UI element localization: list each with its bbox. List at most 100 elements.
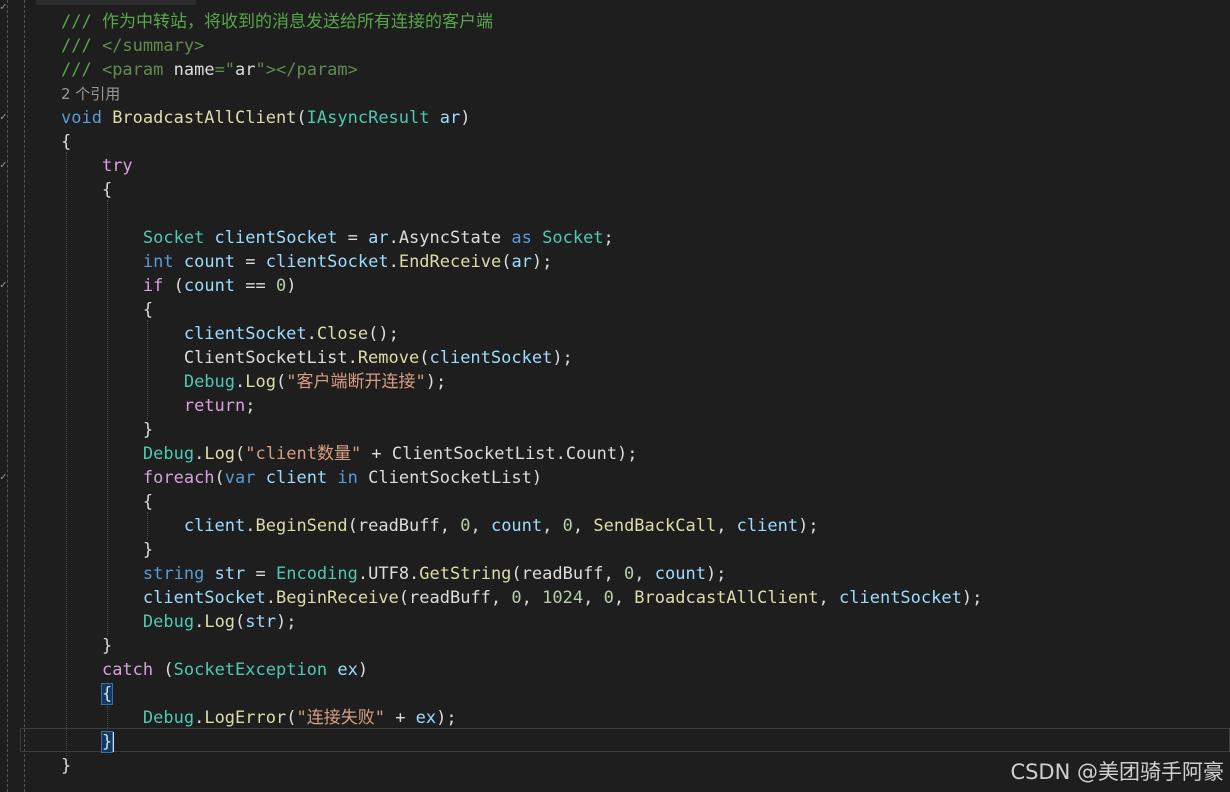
code-line[interactable]: return; [61, 394, 256, 418]
code-line[interactable]: Debug.Log("客户端断开连接"); [61, 370, 446, 394]
code-token: ( [163, 660, 174, 680]
watermark: CSDN @美团骑手阿豪 [1010, 760, 1224, 784]
code-line[interactable]: Debug.LogError("连接失败" + ex); [61, 706, 457, 730]
code-line[interactable]: { [61, 298, 153, 322]
code-token: "client数量" [245, 444, 372, 464]
code-token: } [61, 420, 154, 440]
code-line[interactable]: } [61, 730, 115, 754]
code-token: try [101, 156, 133, 176]
code-token: , [583, 588, 604, 608]
code-line[interactable]: clientSocket.Close(); [61, 322, 399, 346]
code-token: { [61, 492, 154, 512]
code-token: ( [296, 108, 307, 128]
code-token: /// [61, 36, 102, 56]
code-token: int [142, 252, 184, 272]
code-token: ar [368, 228, 389, 248]
code-line[interactable]: Debug.Log(str); [61, 610, 297, 634]
code-line[interactable]: if (count == 0) [61, 274, 297, 298]
code-line[interactable]: } [61, 538, 153, 562]
code-token: GetString [419, 564, 512, 584]
code-line[interactable]: clientSocket.BeginReceive(readBuff, 0, 1… [61, 586, 982, 610]
code-line[interactable]: ClientSocketList.Remove(clientSocket); [61, 346, 573, 370]
code-token: client [183, 516, 246, 536]
code-token: + ClientSocketList.Count); [371, 444, 638, 464]
code-token: .AsyncState [388, 228, 512, 248]
code-token: if [142, 276, 174, 296]
code-token: Socket [542, 228, 604, 248]
code-token: } [61, 540, 154, 560]
code-line[interactable]: /// </summary> [61, 34, 204, 58]
code-token: { [61, 300, 154, 320]
code-line[interactable]: Debug.Log("client数量" + ClientSocketList.… [61, 442, 638, 466]
code-token: } [61, 756, 72, 776]
code-token: Debug [183, 372, 236, 392]
code-token: = [255, 564, 276, 584]
code-line[interactable]: } [61, 754, 71, 778]
code-line[interactable]: int count = clientSocket.EndReceive(ar); [61, 250, 553, 274]
code-line[interactable]: Socket clientSocket = ar.AsyncState as S… [61, 226, 614, 250]
code-token: . [245, 516, 256, 536]
code-editor[interactable]: ✓ ✓ ✓ ✓ ✓ /// 作为中转站，将收到的消息发送给所有连接的客户端///… [0, 0, 1230, 792]
code-token: ( [173, 276, 184, 296]
code-token: (readBuff, [398, 588, 512, 608]
code-token: (readBuff, [347, 516, 461, 536]
code-token: Socket [142, 228, 215, 248]
code-token: ); [961, 588, 983, 608]
code-line[interactable]: { [61, 178, 112, 202]
code-token: Close [316, 324, 369, 344]
check-mark-icon: ✓ [0, 110, 7, 123]
current-line-highlight [20, 728, 1230, 752]
code-line[interactable]: 2 个引用 [61, 82, 120, 106]
code-token: . [194, 708, 205, 728]
code-token: 0 [624, 564, 635, 584]
code-line[interactable]: /// <param name="ar"></param> [61, 58, 358, 82]
code-token: catch [101, 660, 164, 680]
check-mark-icon: ✓ [0, 158, 7, 171]
code-line[interactable]: } [61, 634, 112, 658]
code-token: <param [101, 60, 174, 80]
code-line[interactable]: { [61, 130, 71, 154]
code-token: clientSocket [183, 324, 307, 344]
code-token: EndReceive [398, 252, 502, 272]
code-line[interactable]: { [61, 490, 153, 514]
code-token: ClientSocketList) [368, 468, 543, 488]
code-token: Log [245, 372, 276, 392]
code-token: clientSocket [265, 252, 389, 272]
code-line[interactable]: } [61, 418, 153, 442]
code-line[interactable]: try [61, 154, 133, 178]
code-token: ( [419, 348, 430, 368]
code-token: Debug [142, 708, 195, 728]
code-line[interactable]: void BroadcastAllClient(IAsyncResult ar) [61, 106, 470, 130]
code-token: ) [357, 660, 369, 680]
code-token: ); [425, 372, 447, 392]
code-line[interactable]: { [61, 682, 114, 706]
code-token: , [634, 564, 655, 584]
code-token: ( [214, 468, 225, 488]
code-line[interactable]: client.BeginSend(readBuff, 0, count, 0, … [61, 514, 819, 538]
code-token: ); [552, 348, 573, 368]
collapsed-region-stub[interactable] [36, 0, 196, 5]
code-token: clientSocket [839, 588, 962, 608]
code-line[interactable]: /// 作为中转站，将收到的消息发送给所有连接的客户端 [61, 10, 493, 34]
code-token: ); [798, 516, 819, 536]
code-token: ; [245, 396, 256, 416]
code-line[interactable]: string str = Encoding.UTF8.GetString(rea… [61, 562, 727, 586]
code-token: name [173, 60, 215, 80]
code-line[interactable]: foreach(var client in ClientSocketList) [61, 466, 542, 490]
code-token: clientSocket [214, 228, 348, 248]
code-token: void [61, 108, 113, 128]
code-token: BroadcastAllClient [112, 108, 297, 128]
code-token: (readBuff, [511, 564, 625, 584]
code-token: count [490, 516, 543, 536]
code-token: . [235, 372, 246, 392]
check-mark-icon: ✓ [0, 278, 7, 291]
code-line[interactable]: catch (SocketException ex) [61, 658, 368, 682]
editor-gutter[interactable]: ✓ ✓ ✓ ✓ ✓ [0, 0, 22, 792]
code-token: , [613, 588, 635, 608]
